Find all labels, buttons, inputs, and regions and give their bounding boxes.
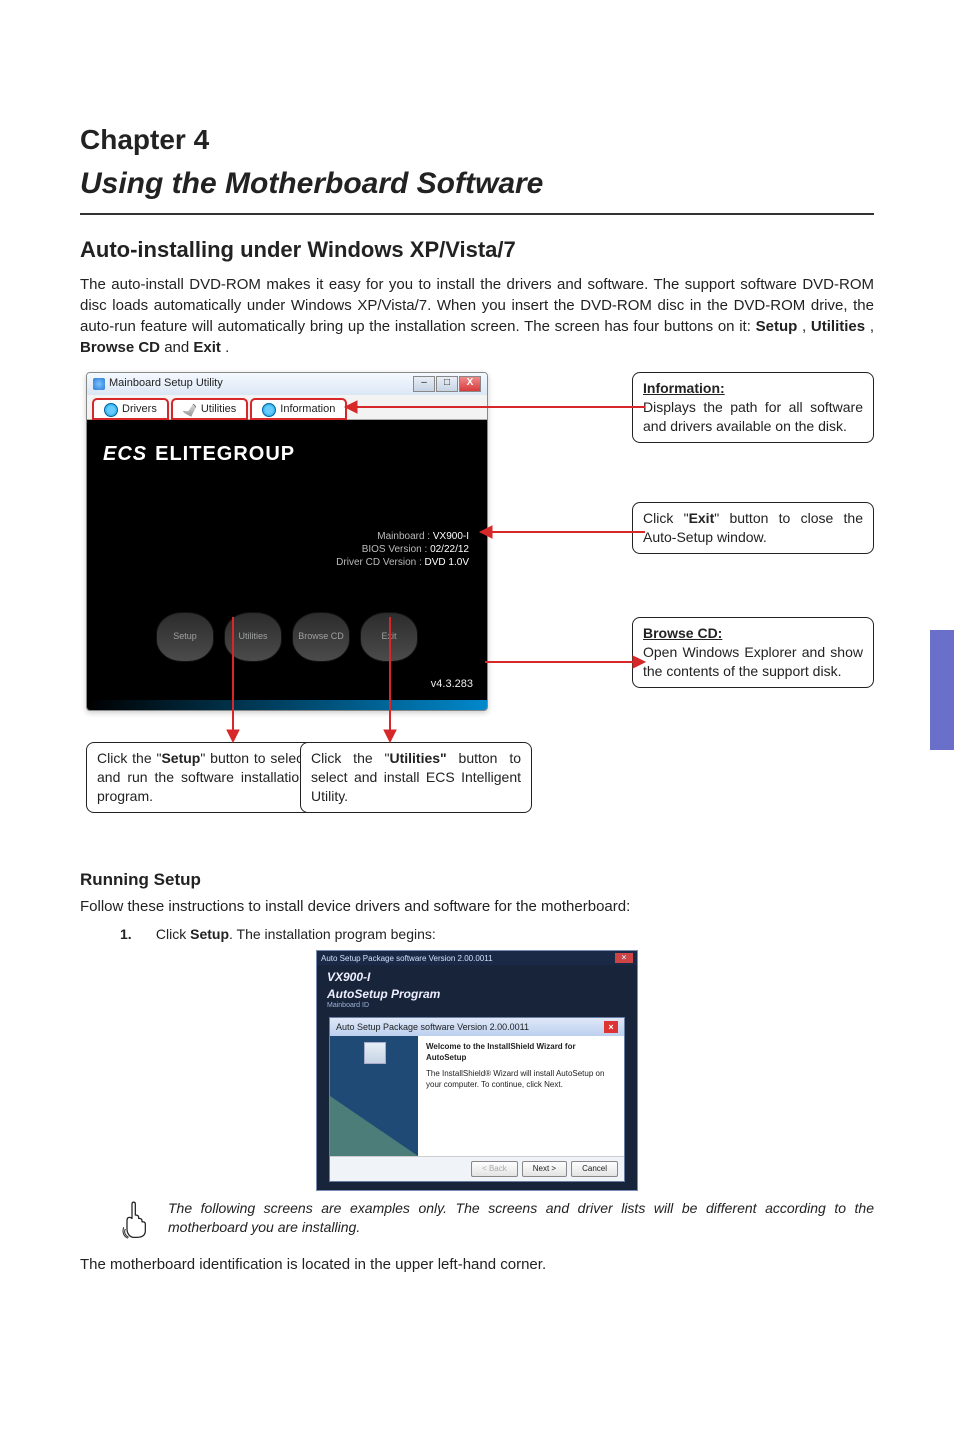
maximize-button[interactable]: □	[436, 376, 458, 392]
intro-paragraph: The auto-install DVD-ROM makes it easy f…	[80, 274, 874, 358]
follow-instructions: Follow these instructions to install dev…	[80, 896, 874, 917]
four-buttons-row: Setup Utilities Browse CD Exit	[87, 612, 487, 662]
kw-setup: Setup	[161, 750, 200, 766]
window-title: Mainboard Setup Utility	[109, 376, 223, 391]
graphic-triangle	[330, 1096, 418, 1156]
next-button[interactable]: Next >	[522, 1161, 567, 1176]
utility-icon	[183, 403, 197, 417]
callout-title: Information:	[643, 379, 863, 398]
kw-setup: Setup	[190, 926, 229, 942]
wizard-sidebar-image	[330, 1036, 418, 1156]
wizard-content: Welcome to the InstallShield Wizard for …	[418, 1036, 624, 1156]
kw-utilities: Utilities	[811, 318, 865, 335]
info-icon	[262, 403, 276, 417]
kw-browse: Browse CD	[80, 339, 160, 356]
wizard-box: Auto Setup Package software Version 2.00…	[329, 1017, 625, 1182]
footer-line: The motherboard identification is locate…	[80, 1254, 874, 1275]
wizard-footer: < Back Next > Cancel	[330, 1156, 624, 1180]
text: Click "	[643, 510, 689, 526]
kw-exit: Exit	[193, 339, 221, 356]
installer-product: VX900-I	[327, 969, 627, 986]
utility-body: ECS ELITEGROUP Mainboard : VX900-I BIOS …	[87, 420, 487, 700]
kw-exit: Exit	[689, 510, 715, 526]
driver-icon	[104, 403, 118, 417]
minimize-button[interactable]: –	[413, 376, 435, 392]
text: ,	[802, 318, 811, 335]
title-underline	[80, 213, 874, 215]
bios-label: BIOS Version :	[362, 544, 428, 555]
mb-value: VX900-I	[433, 531, 469, 542]
text: ,	[870, 318, 874, 335]
text: Click	[156, 926, 190, 942]
kw-setup: Setup	[756, 318, 798, 335]
utilities-button[interactable]: Utilities	[224, 612, 282, 662]
text: Click the "	[311, 750, 389, 766]
callout-body: Open Windows Explorer and show the conte…	[643, 643, 863, 681]
box-icon	[364, 1042, 386, 1064]
tab-information[interactable]: Information	[251, 399, 346, 419]
app-icon	[93, 378, 105, 390]
installer-header: VX900-I AutoSetup Program Mainboard ID	[317, 965, 637, 1016]
version-label: v4.3.283	[431, 677, 473, 692]
section-heading: Auto-installing under Windows XP/Vista/7	[80, 235, 874, 266]
callout-exit: Click "Exit" button to close the Auto-Se…	[632, 502, 874, 554]
note-text: The following screens are examples only.…	[168, 1199, 874, 1238]
mainboard-info-block: Mainboard : VX900-I BIOS Version : 02/22…	[336, 530, 469, 569]
text: and	[164, 339, 193, 356]
window-titlebar: Mainboard Setup Utility – □ X	[87, 373, 487, 395]
installer-titlebar: Auto Setup Package software Version 2.00…	[317, 951, 637, 965]
callout-setup: Click the "Setup" button to select and r…	[86, 742, 318, 813]
installer-close-button[interactable]: ×	[615, 953, 633, 963]
back-button: < Back	[471, 1161, 518, 1176]
side-tab-accent	[930, 630, 954, 750]
brand-prefix: ECS	[103, 440, 147, 468]
note-block: The following screens are examples only.…	[120, 1199, 874, 1246]
close-button[interactable]: X	[459, 376, 481, 392]
callout-title: Browse CD:	[643, 624, 863, 643]
kw-utilities: Utilities"	[389, 750, 446, 766]
pointing-hand-icon	[120, 1199, 154, 1246]
cd-value: DVD 1.0V	[425, 557, 469, 568]
tab-label: Information	[280, 402, 335, 417]
bios-value: 02/22/12	[430, 544, 469, 555]
tab-label: Utilities	[201, 402, 236, 417]
brand-logo: ECS ELITEGROUP	[103, 440, 471, 468]
brand-text: ELITEGROUP	[155, 440, 295, 468]
step-1: 1. Click Setup. The installation program…	[120, 925, 874, 945]
chapter-title: Using the Motherboard Software	[80, 163, 874, 205]
wizard-titlebar: Auto Setup Package software Version 2.00…	[330, 1018, 624, 1037]
text: Click the "	[97, 750, 161, 766]
tab-bar: Drivers Utilities Information	[87, 395, 487, 420]
figure-area: Mainboard Setup Utility – □ X Drivers Ut…	[80, 372, 874, 852]
cancel-button[interactable]: Cancel	[571, 1161, 618, 1176]
mainboard-utility-window: Mainboard Setup Utility – □ X Drivers Ut…	[86, 372, 488, 711]
tab-utilities[interactable]: Utilities	[172, 399, 247, 419]
wizard-bar-text: Auto Setup Package software Version 2.00…	[336, 1021, 529, 1034]
setup-button[interactable]: Setup	[156, 612, 214, 662]
browse-cd-button[interactable]: Browse CD	[292, 612, 350, 662]
mb-label: Mainboard :	[377, 531, 430, 542]
wizard-welcome-title: Welcome to the InstallShield Wizard for …	[426, 1042, 616, 1063]
arrow-exit	[480, 522, 645, 542]
text: .	[225, 339, 229, 356]
callout-body: Displays the path for all software and d…	[643, 398, 863, 436]
tab-drivers[interactable]: Drivers	[93, 399, 168, 419]
text: . The installation program begins:	[229, 926, 436, 942]
arrow-browse	[485, 652, 645, 672]
installer-window: Auto Setup Package software Version 2.00…	[316, 950, 638, 1190]
exit-button[interactable]: Exit	[360, 612, 418, 662]
cd-label: Driver CD Version :	[336, 557, 422, 568]
footer-gradient	[87, 700, 487, 710]
callout-browse-cd: Browse CD: Open Windows Explorer and sho…	[632, 617, 874, 688]
callout-utilities: Click the "Utilities" button to select a…	[300, 742, 532, 813]
tab-label: Drivers	[122, 402, 157, 417]
callout-information: Information: Displays the path for all s…	[632, 372, 874, 443]
running-setup-heading: Running Setup	[80, 868, 874, 892]
wizard-welcome-body: The InstallShield® Wizard will install A…	[426, 1069, 616, 1090]
step-number: 1.	[120, 925, 152, 945]
chapter-label: Chapter 4	[80, 120, 874, 159]
installer-top-title: Auto Setup Package software Version 2.00…	[321, 953, 493, 964]
wizard-close-button[interactable]: ×	[604, 1021, 618, 1033]
